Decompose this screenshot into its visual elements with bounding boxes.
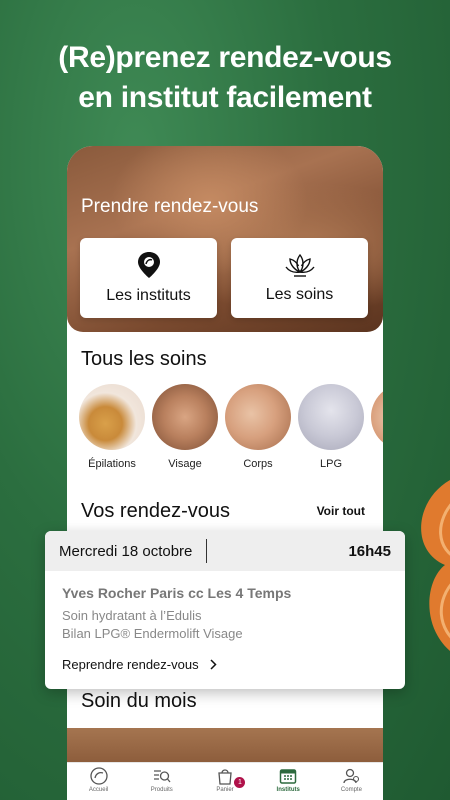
decorative-flower — [421, 480, 450, 651]
appointment-service: Soin hydratant à l’Edulis — [62, 608, 202, 623]
bottom-tab-bar: Accueil Produits 1 Panier Instituts Comp… — [67, 762, 383, 800]
rebook-label: Reprendre rendez-vous — [62, 657, 199, 672]
category-lpg[interactable]: LPG — [298, 384, 364, 470]
chevron-right-icon — [210, 659, 217, 670]
all-treatments-title: Tous les soins — [81, 348, 207, 370]
appointment-date: Mercredi 18 octobre — [59, 542, 193, 560]
tab-label: Accueil — [88, 787, 109, 793]
institutes-card-label: Les instituts — [106, 287, 191, 304]
home-logo-icon — [89, 767, 108, 785]
appointments-title: Vos rendez-vous — [81, 500, 230, 522]
tab-label: Produits — [150, 787, 173, 793]
tab-accueil[interactable]: Accueil — [67, 763, 130, 800]
hero-banner: Prendre rendez-vous Les instituts Les so… — [67, 146, 383, 332]
visage-photo — [152, 384, 218, 450]
category-label: LPG — [319, 458, 342, 470]
tab-label: Panier — [216, 787, 234, 793]
tab-produits[interactable]: Produits — [130, 763, 193, 800]
epilations-photo — [79, 384, 145, 450]
lotus-icon — [284, 253, 315, 277]
category-label: Visage — [168, 458, 202, 470]
phone-screen: Prendre rendez-vous Les instituts Les so… — [67, 146, 383, 800]
tab-panier[interactable]: 1 Panier — [193, 763, 256, 800]
category-visage[interactable]: Visage — [152, 384, 218, 470]
corps-photo — [225, 384, 291, 450]
tab-label: Compte — [340, 787, 362, 793]
category-label: Corps — [243, 458, 273, 470]
appointment-service: Bilan LPG® Endermolift Visage — [62, 626, 243, 641]
month-treatment-title: Soin du mois — [81, 690, 197, 712]
hero-title: Prendre rendez-vous — [81, 196, 259, 217]
location-pin-icon — [137, 252, 160, 278]
category-epilations[interactable]: Épilations — [79, 384, 145, 470]
lpg-photo — [298, 384, 364, 450]
appointment-card[interactable]: Mercredi 18 octobre 16h45 Yves Rocher Pa… — [45, 531, 405, 689]
promo-headline: (Re)prenez rendez-vous en institut facil… — [0, 38, 450, 118]
tab-label: Instituts — [276, 787, 300, 793]
appointment-institute: Yves Rocher Paris cc Les 4 Temps — [62, 585, 292, 601]
tab-compte[interactable]: Compte — [320, 763, 383, 800]
cart-bag-icon — [218, 769, 232, 785]
calendar-icon — [279, 769, 297, 784]
account-icon — [343, 768, 360, 784]
next-category-photo — [371, 384, 383, 450]
header-divider — [206, 539, 208, 563]
treatments-card-label: Les soins — [265, 286, 334, 303]
category-label: Épilations — [88, 458, 136, 470]
category-next[interactable] — [371, 384, 383, 450]
treatments-carousel[interactable]: Épilations Visage Corps LPG — [79, 384, 383, 480]
tab-instituts[interactable]: Instituts — [257, 763, 320, 800]
rebook-link[interactable]: Reprendre rendez-vous — [62, 657, 218, 672]
treatments-card[interactable]: Les soins — [231, 238, 368, 318]
headline-line-2: en institut facilement — [78, 81, 372, 114]
appointment-header: Mercredi 18 octobre 16h45 — [45, 531, 405, 571]
headline-line-1: (Re)prenez rendez-vous — [58, 41, 392, 74]
category-corps[interactable]: Corps — [225, 384, 291, 470]
appointment-time: 16h45 — [348, 542, 391, 560]
institutes-card[interactable]: Les instituts — [80, 238, 217, 318]
see-all-link[interactable]: Voir tout — [317, 504, 365, 518]
cart-count-badge: 1 — [234, 777, 246, 788]
products-search-icon — [153, 770, 171, 783]
